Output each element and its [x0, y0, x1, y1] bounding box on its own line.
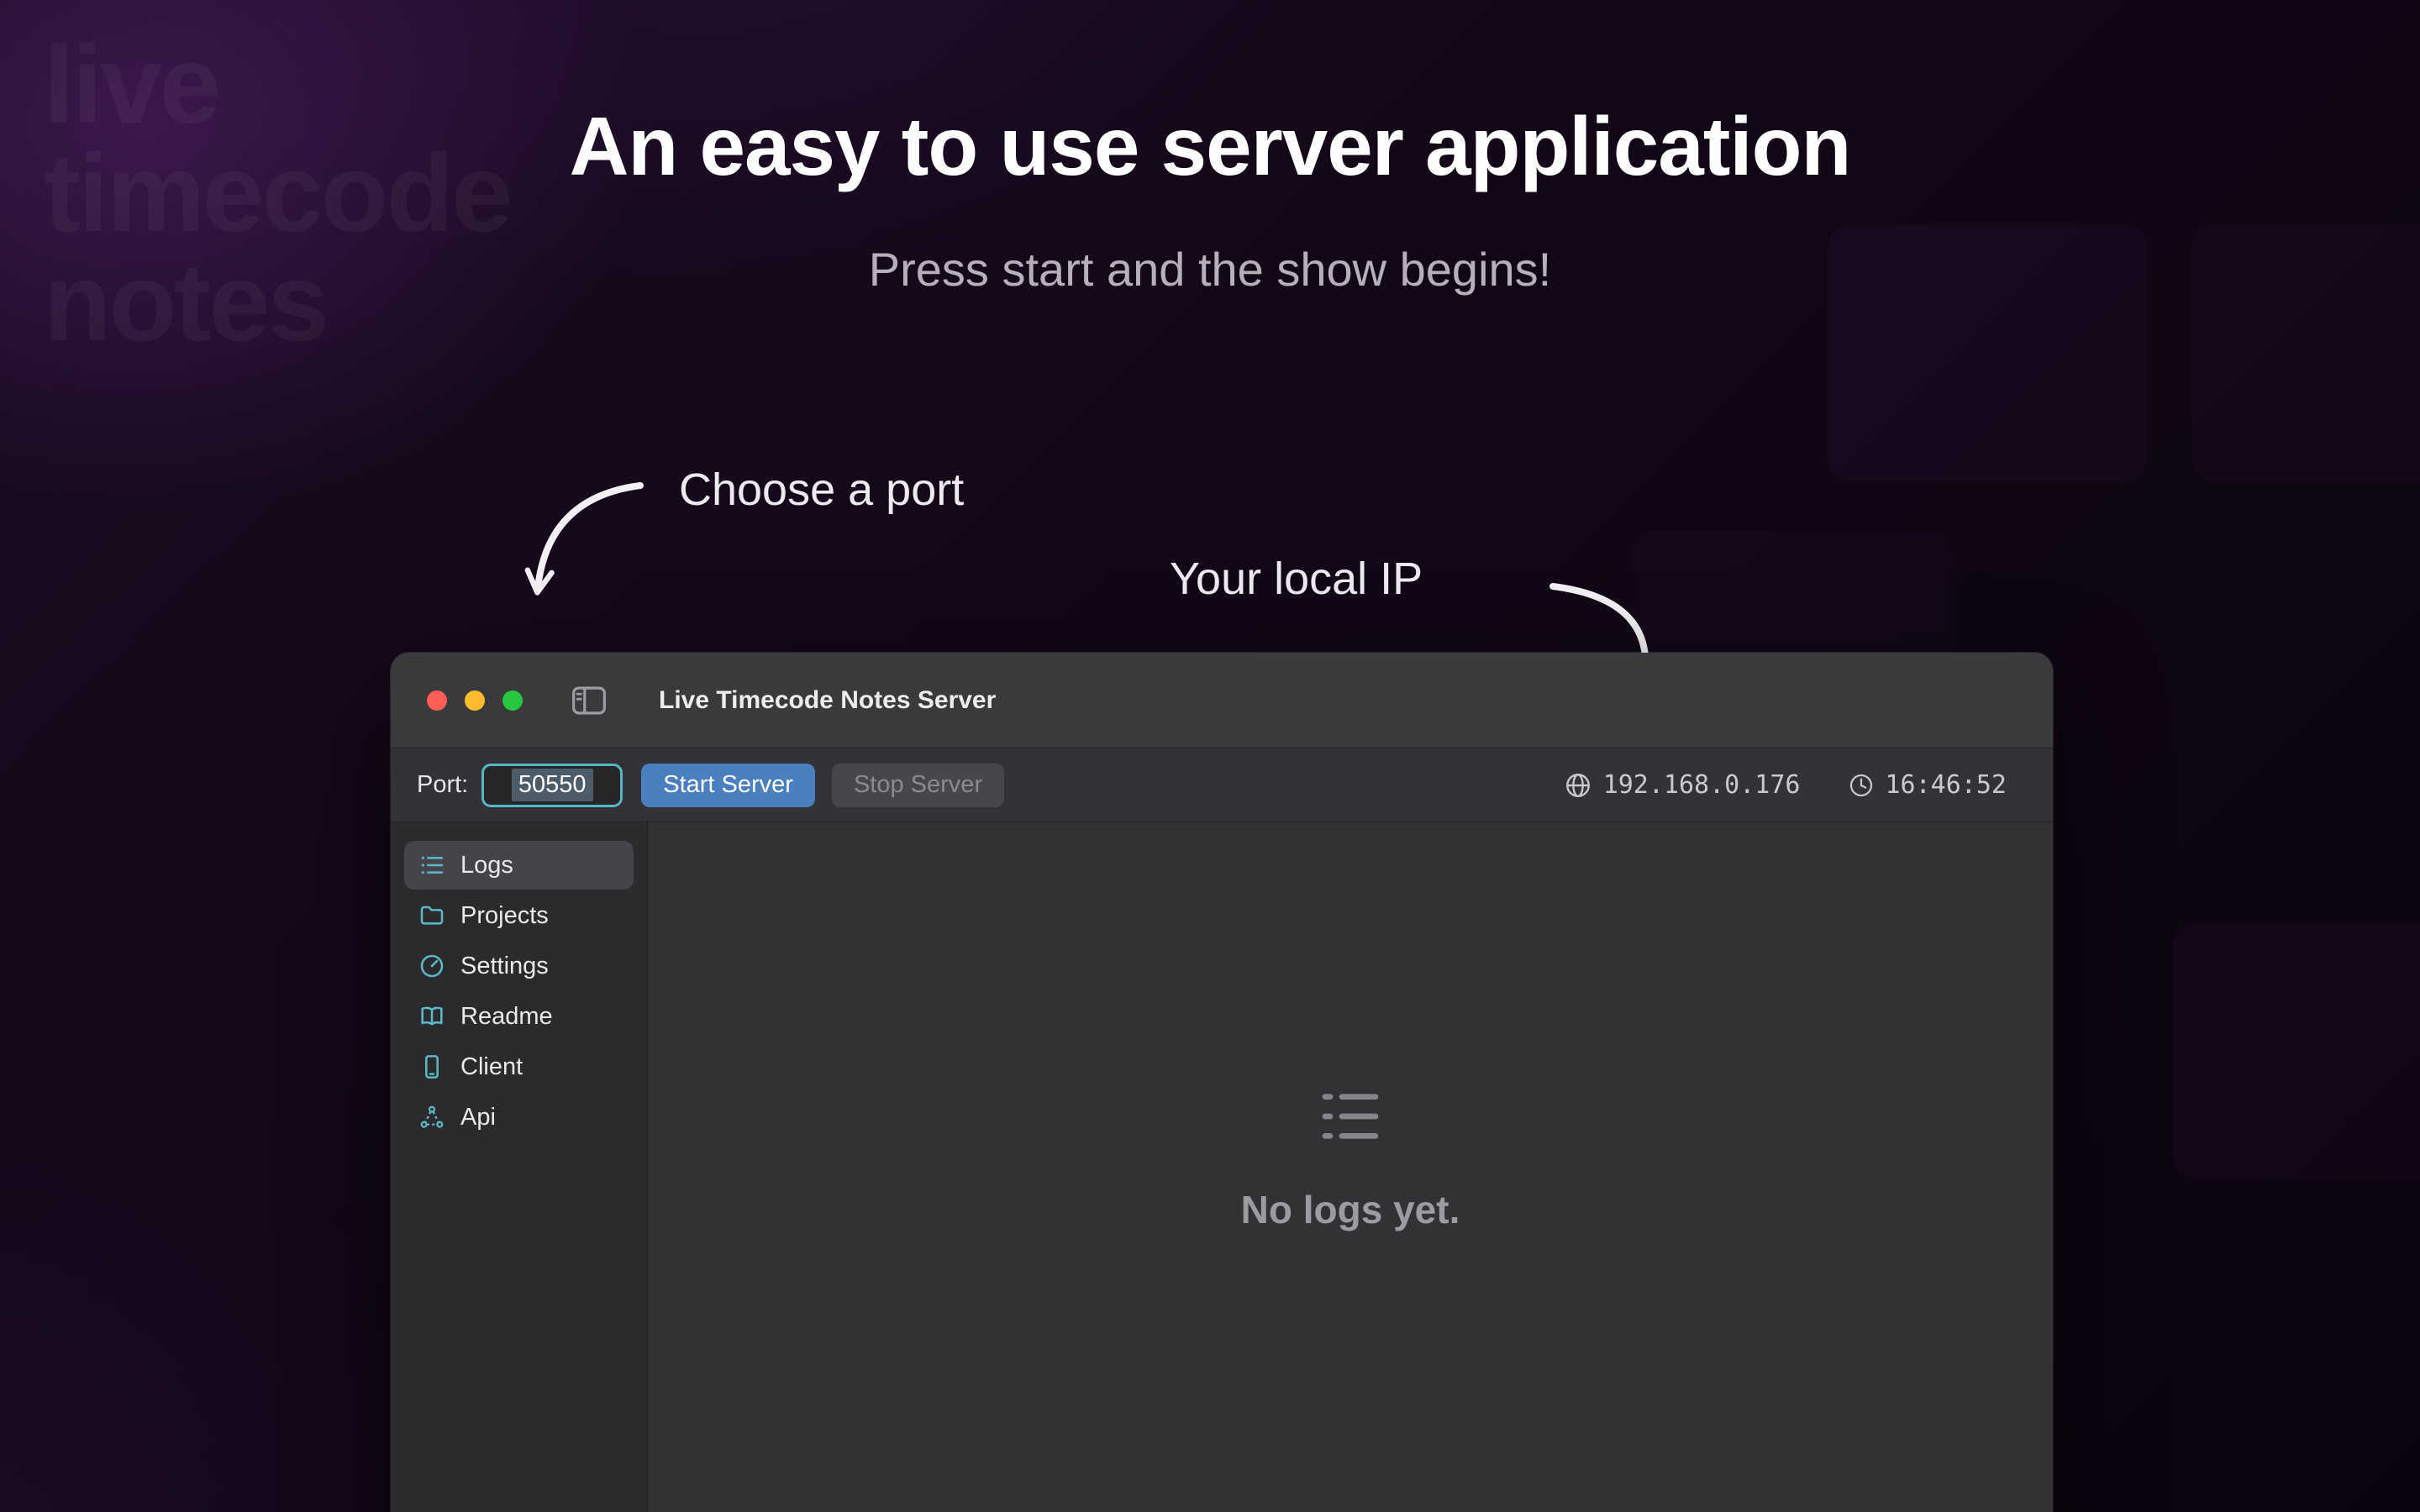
sidebar-toggle-icon[interactable] [571, 685, 607, 716]
port-input[interactable]: 50550 [481, 764, 623, 807]
sidebar-item-label: Settings [460, 953, 549, 980]
port-value: 50550 [512, 769, 593, 801]
stop-server-button[interactable]: Stop Server [832, 764, 1004, 807]
window-title: Live Timecode Notes Server [659, 686, 996, 715]
hero-title: An easy to use server application [0, 99, 2420, 194]
local-ip-value: 192.168.0.176 [1603, 770, 1801, 800]
annotation-local-ip: Your local IP [1170, 553, 1423, 605]
annotation-choose-port: Choose a port [679, 464, 964, 516]
globe-icon [1564, 771, 1592, 800]
sidebar-item-logs[interactable]: Logs [404, 841, 634, 890]
background-tile [2172, 922, 2420, 1179]
sidebar-item-projects[interactable]: Projects [404, 891, 634, 940]
book-icon [418, 1003, 446, 1030]
port-label: Port: [417, 771, 468, 799]
api-nodes-icon [418, 1104, 446, 1131]
empty-logs-icon [1317, 1083, 1384, 1150]
folder-icon [418, 902, 446, 929]
traffic-lights [427, 690, 523, 711]
sidebar-item-label: Projects [460, 902, 549, 930]
zoom-window-button[interactable] [502, 690, 523, 711]
window-titlebar: Live Timecode Notes Server [391, 653, 2053, 748]
sidebar-item-label: Readme [460, 1003, 553, 1031]
arrow-to-port-field [538, 486, 640, 588]
empty-state-text: No logs yet. [1241, 1187, 1460, 1232]
gauge-icon [418, 953, 446, 979]
toolbar: Port: 50550 Start Server Stop Server 192… [391, 748, 2053, 822]
sidebar-item-label: Logs [460, 852, 513, 879]
marketing-background: live timecode notes An easy to use serve… [0, 0, 2420, 1512]
close-window-button[interactable] [427, 690, 447, 711]
sidebar-item-label: Api [460, 1104, 496, 1131]
sidebar: Logs Projects Se [391, 822, 648, 1512]
clock-icon [1848, 772, 1875, 799]
start-server-button[interactable]: Start Server [641, 764, 815, 807]
device-icon [418, 1053, 446, 1080]
hero-subtitle: Press start and the show begins! [0, 242, 2420, 297]
app-window: Live Timecode Notes Server Port: 50550 S… [391, 653, 2053, 1512]
window-body: Logs Projects Se [391, 822, 2053, 1512]
list-icon [418, 852, 446, 879]
toolbar-status: 192.168.0.176 16:46:52 [1564, 770, 2007, 800]
sidebar-item-readme[interactable]: Readme [404, 992, 634, 1041]
sidebar-item-api[interactable]: Api [404, 1093, 634, 1142]
sidebar-item-settings[interactable]: Settings [404, 942, 634, 990]
logs-panel: No logs yet. [648, 822, 2053, 1512]
sidebar-item-label: Client [460, 1053, 523, 1081]
sidebar-item-client[interactable]: Client [404, 1042, 634, 1091]
clock-value: 16:46:52 [1886, 770, 2007, 800]
minimize-window-button[interactable] [465, 690, 485, 711]
